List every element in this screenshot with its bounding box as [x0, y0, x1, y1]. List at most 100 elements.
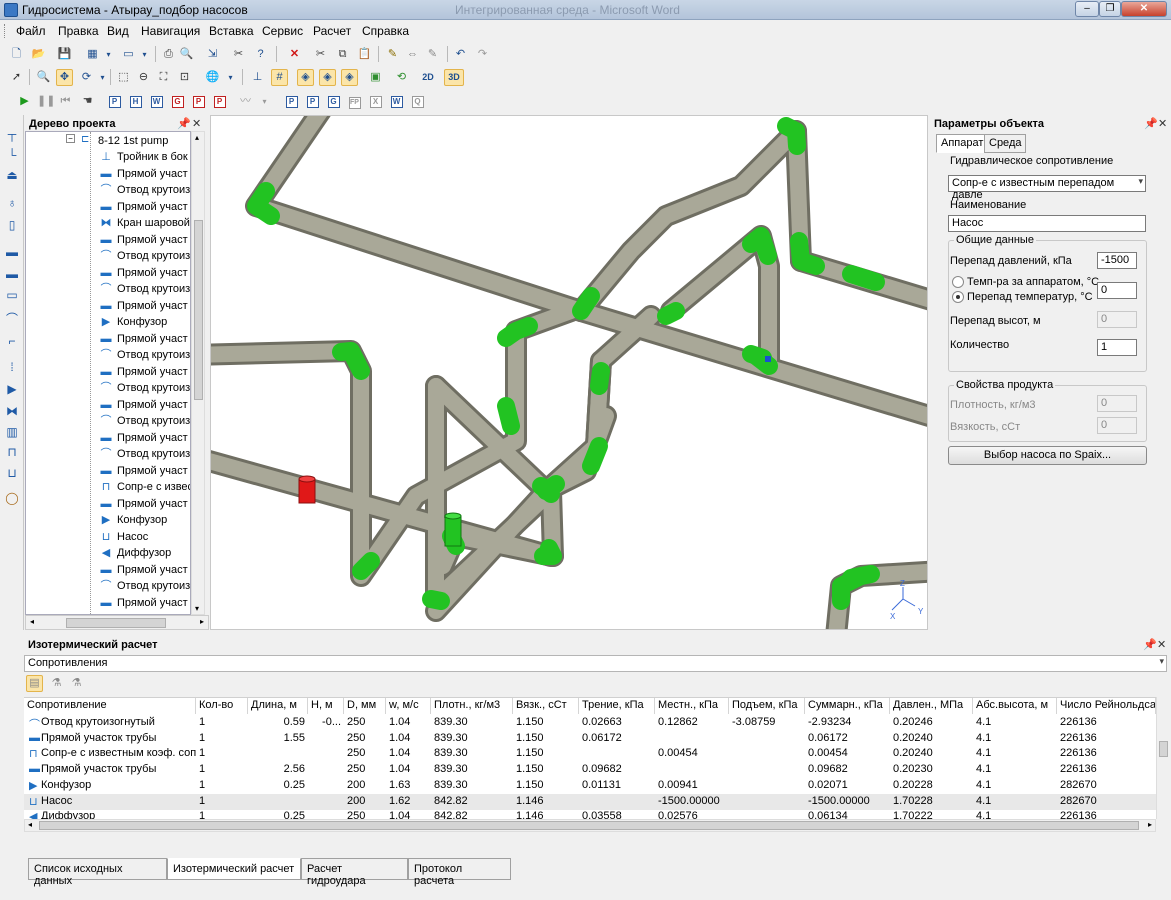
scroll-down-icon[interactable]: ▾ [195, 604, 199, 613]
tree-item[interactable]: ⌒ Отвод крутоиз [26, 248, 191, 264]
pipe-icon[interactable]: ▬ [5, 246, 19, 258]
column-header[interactable]: Кол-во [196, 698, 248, 714]
flask-icon[interactable]: ⚗ [48, 675, 65, 692]
scroll-left-icon[interactable]: ◂ [28, 820, 32, 829]
globe-icon[interactable]: 🌐 [204, 69, 221, 86]
tree-item[interactable]: ⌒ Отвод крутоиз [26, 446, 191, 462]
pump-icon[interactable]: ⊓ [5, 446, 19, 458]
tree-item[interactable]: ▬ Прямой участ [26, 397, 190, 413]
pipe-reducer-icon[interactable]: ▭ [5, 289, 19, 301]
flask-alt-icon[interactable]: ⚗ [68, 675, 85, 692]
temp-radio[interactable] [952, 276, 964, 288]
delete-icon[interactable]: ✕ [286, 46, 303, 63]
param-p4-icon[interactable]: P [283, 93, 300, 110]
save-icon[interactable]: 💾 [56, 46, 73, 63]
menu-calculation[interactable]: Расчет [313, 24, 351, 38]
pipe-corner-icon[interactable]: └ [5, 149, 19, 161]
param-p3-icon[interactable]: P [211, 93, 228, 110]
tree-item[interactable]: ⧓ Кран шаровой [26, 215, 190, 231]
scroll-up-icon[interactable]: ▴ [195, 133, 199, 142]
ring-icon[interactable]: ◯ [5, 492, 19, 504]
view-3d-button[interactable]: 3D [444, 69, 464, 86]
close-icon[interactable]: ✕ [1157, 638, 1166, 651]
tempdiff-radio[interactable] [952, 291, 964, 303]
pause-icon[interactable]: ❚❚ [36, 93, 55, 110]
dropdown-arrow-icon[interactable]: ▾ [256, 93, 273, 110]
shade-1-icon[interactable]: ◈ [297, 69, 314, 86]
meter-icon[interactable]: ⊔ [5, 467, 19, 479]
close-button[interactable]: ✕ [1121, 1, 1167, 17]
param-g-icon[interactable]: G [169, 93, 186, 110]
column-header[interactable]: w, м/с [386, 698, 431, 714]
param-p2-icon[interactable]: P [190, 93, 207, 110]
wand-icon[interactable]: ✎ [384, 46, 401, 63]
column-header[interactable]: Н, м [308, 698, 344, 714]
tempdiff-field[interactable]: 0 [1097, 282, 1137, 299]
new-file-icon[interactable]: 🗋 [8, 46, 25, 63]
help-icon[interactable]: ? [252, 46, 269, 63]
calc-view-select[interactable]: Сопротивления ▾ [24, 655, 1167, 672]
tree-item[interactable]: ▬ Прямой участ [26, 232, 190, 248]
column-header[interactable]: Сопротивление [24, 698, 196, 714]
step-icon[interactable]: ☚ [79, 93, 96, 110]
chart-icon[interactable]: 〰 [237, 93, 254, 110]
zoom-window-icon[interactable]: ⬚ [115, 69, 132, 86]
menu-navigation[interactable]: Навигация [141, 24, 200, 38]
stop-icon[interactable]: ⏮ [57, 93, 74, 110]
tree-item[interactable]: ▬ Прямой участ [26, 562, 190, 578]
tree-root[interactable]: − ⊏ 8-12 1st pump [26, 133, 190, 149]
column-header[interactable]: Плотн., кг/м3 [431, 698, 513, 714]
pipe-segment-icon[interactable]: ▬ [5, 268, 19, 280]
tree-item[interactable]: ◀ Диффузор [26, 545, 190, 561]
rotate-icon[interactable]: ⟳ [78, 69, 95, 86]
menu-service[interactable]: Сервис [262, 24, 303, 38]
param-p-icon[interactable]: P [106, 93, 123, 110]
close-icon[interactable]: ✕ [192, 117, 201, 130]
menu-file[interactable]: Файл [16, 24, 46, 38]
tree-item[interactable]: ⌒ Отвод крутоиз [26, 578, 191, 594]
param-fp-icon[interactable]: FP [346, 93, 363, 110]
param-w-icon[interactable]: W [148, 93, 165, 110]
column-header[interactable]: Подъем, кПа [729, 698, 805, 714]
tab-isothermal[interactable]: Изотермический расчет [167, 858, 301, 880]
param-w2-icon[interactable]: W [388, 93, 405, 110]
dropdown-arrow-icon[interactable]: ▾ [136, 46, 153, 63]
scroll-right-icon[interactable]: ▸ [200, 617, 204, 626]
dropdown-arrow-icon[interactable]: ▾ [222, 69, 239, 86]
tab-input-data[interactable]: Список исходных данных [28, 858, 167, 887]
valve-marker[interactable] [444, 512, 462, 547]
close-icon[interactable]: ✕ [1158, 117, 1167, 130]
column-header[interactable]: Вязк., сСт [513, 698, 579, 714]
3d-viewport[interactable]: Z X Y [210, 115, 928, 630]
tree-item[interactable]: ⌒ Отвод крутоиз [26, 182, 191, 198]
scroll-right-icon[interactable]: ▸ [1148, 820, 1152, 829]
pin-icon[interactable]: 📌 [177, 117, 191, 130]
open-folder-icon[interactable]: 📂 [30, 46, 47, 63]
bend-icon[interactable]: ⌒ [5, 313, 19, 325]
pointer-icon[interactable]: ➚ [8, 69, 25, 86]
vessel-icon[interactable]: ▯ [5, 219, 19, 231]
tree-item[interactable]: ▬ Прямой участ [26, 298, 190, 314]
zoom-previous-icon[interactable]: ⊡ [176, 69, 193, 86]
scroll-thumb[interactable] [66, 618, 166, 628]
dropdown-arrow-icon[interactable]: ▾ [94, 69, 111, 86]
menu-view[interactable]: Вид [107, 24, 129, 38]
column-header[interactable]: Трение, кПа [579, 698, 655, 714]
tree-item[interactable]: ▬ Прямой участ [26, 265, 190, 281]
run-icon[interactable]: ▶ [16, 93, 33, 110]
nozzle-icon[interactable]: ♁ [5, 197, 19, 209]
zoom-out-icon[interactable]: ⊖ [135, 69, 152, 86]
param-x-icon[interactable]: X [367, 93, 384, 110]
scroll-thumb[interactable] [194, 220, 203, 400]
pan-icon[interactable]: ✥ [56, 69, 73, 86]
results-vscrollbar[interactable] [1156, 697, 1170, 819]
flange-icon[interactable]: ⁞ [5, 361, 19, 373]
collapse-icon[interactable]: − [66, 134, 75, 143]
arrows-icon[interactable]: ⇔ [404, 46, 421, 63]
valve-icon[interactable]: ⧓ [5, 405, 19, 417]
refresh-icon[interactable]: ⟲ [393, 69, 410, 86]
name-field[interactable]: Насос [948, 215, 1146, 232]
param-h-icon[interactable]: H [127, 93, 144, 110]
tree-item[interactable]: ⊔ Насос [26, 529, 190, 545]
column-header[interactable]: Давлен., МПа [890, 698, 973, 714]
